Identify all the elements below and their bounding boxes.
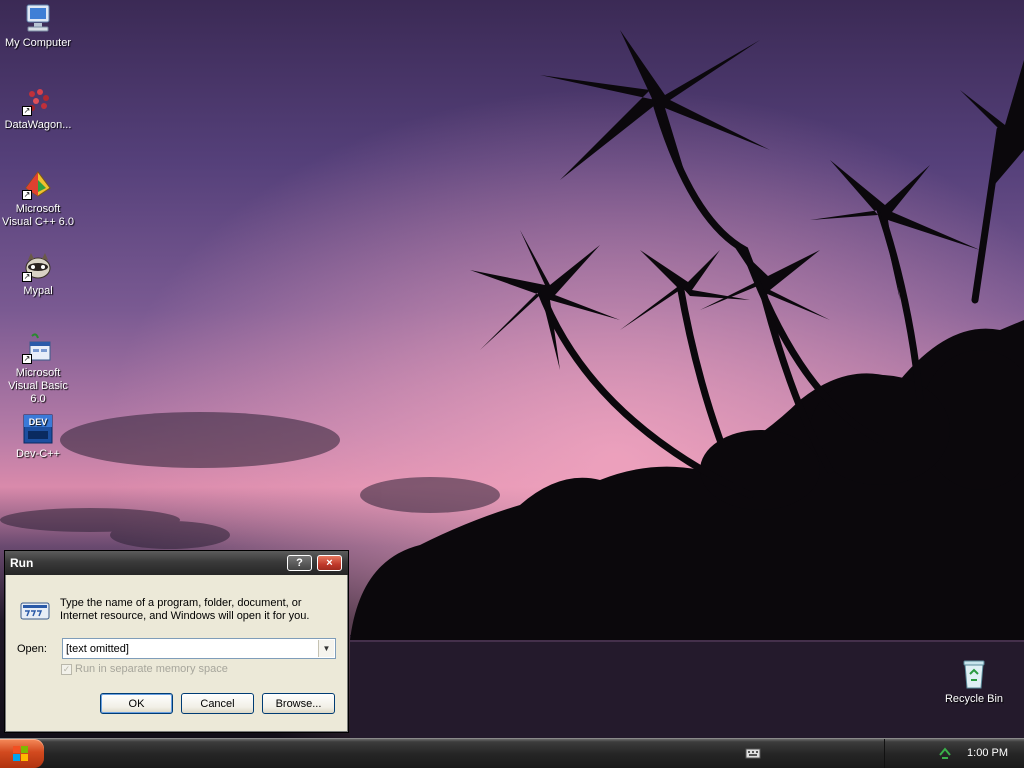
desktop-icon-datawagon[interactable]: ↗ DataWagon... [0, 84, 76, 132]
my-computer-icon [22, 2, 54, 34]
desktop-icon-label: Microsoft Visual Basic 6.0 [8, 367, 68, 405]
desktop-icon-recycle-bin[interactable]: Recycle Bin [936, 658, 1012, 706]
desktop-icon-dev-cpp[interactable]: DEV Dev-C++ [0, 413, 76, 461]
desktop-icon-visual-cpp[interactable]: ↗ Microsoft Visual C++ 6.0 [0, 168, 76, 229]
run-dialog-description: Type the name of a program, folder, docu… [60, 597, 310, 622]
visual-cpp-icon: ↗ [22, 168, 54, 200]
svg-text:DEV: DEV [29, 417, 48, 427]
recycle-tray-icon[interactable] [937, 746, 953, 765]
datawagon-icon: ↗ [22, 84, 54, 116]
desktop-icon-label: My Computer [4, 37, 72, 49]
start-button[interactable] [0, 739, 44, 768]
system-tray: 1:00 PM [745, 739, 1024, 768]
open-combobox[interactable]: ▼ [62, 638, 336, 659]
help-button[interactable]: ? [287, 555, 312, 571]
desktop-icon-label: Microsoft Visual C++ 6.0 [2, 203, 74, 228]
separate-memory-option: ✓ Run in separate memory space [61, 663, 228, 675]
keyboard-layout-icon[interactable] [745, 746, 761, 763]
run-dialog-title: Run [10, 556, 34, 570]
desktop-icon-label: Dev-C++ [15, 448, 61, 460]
open-input[interactable] [63, 639, 317, 658]
ok-button[interactable]: OK [100, 693, 173, 714]
desktop-icon-label: Recycle Bin [944, 693, 1004, 705]
shortcut-arrow-icon: ↗ [22, 354, 32, 364]
mypal-icon: ↗ [22, 250, 54, 282]
separate-memory-label: Run in separate memory space [75, 663, 228, 675]
run-dialog: Run ? × Type the name of a program, fold… [4, 550, 349, 733]
desktop-icon-visual-basic[interactable]: ↗ Microsoft Visual Basic 6.0 [0, 332, 76, 406]
shortcut-arrow-icon: ↗ [22, 106, 32, 116]
shortcut-arrow-icon: ↗ [22, 272, 32, 282]
run-icon [19, 599, 51, 626]
desktop[interactable]: My Computer ↗ DataWagon... ↗ Microsoft V… [0, 0, 1024, 738]
windows-logo-icon [13, 746, 28, 761]
dev-cpp-icon: DEV [22, 413, 54, 445]
recycle-bin-icon [958, 658, 990, 690]
desktop-icon-my-computer[interactable]: My Computer [0, 2, 76, 50]
desktop-icon-label: DataWagon... [4, 119, 72, 131]
run-dialog-title-bar[interactable]: Run ? × [5, 551, 348, 575]
cancel-button[interactable]: Cancel [181, 693, 254, 714]
shortcut-arrow-icon: ↗ [22, 190, 32, 200]
desktop-icon-label: Mypal [23, 285, 53, 297]
separate-memory-checkbox: ✓ [61, 663, 72, 675]
visual-basic-icon: ↗ [22, 332, 54, 364]
chevron-down-icon[interactable]: ▼ [318, 640, 334, 657]
open-label: Open: [17, 643, 47, 655]
desktop-icon-mypal[interactable]: ↗ Mypal [0, 250, 76, 298]
close-button[interactable]: × [317, 555, 342, 571]
clock[interactable]: 1:00 PM [967, 747, 1008, 759]
browse-button[interactable]: Browse... [262, 693, 335, 714]
taskbar: 1:00 PM [0, 738, 1024, 768]
